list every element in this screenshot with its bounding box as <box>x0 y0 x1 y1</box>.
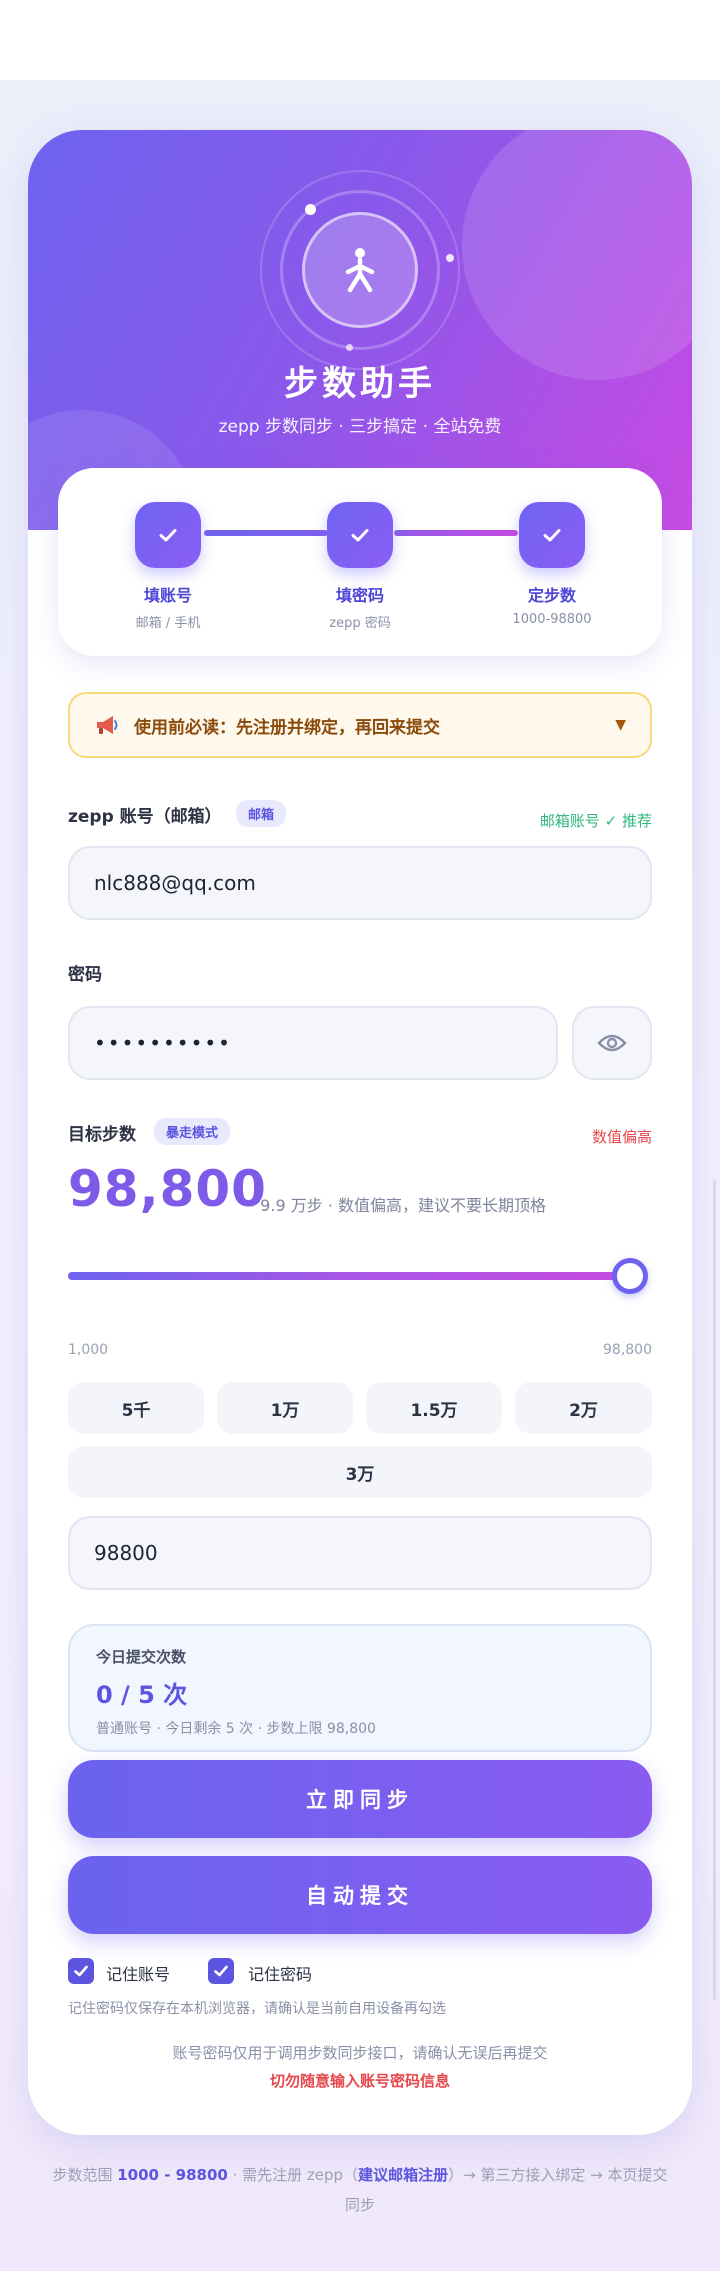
chevron-down-icon[interactable]: ▼ <box>615 717 626 733</box>
steps-slider-thumb[interactable] <box>612 1258 648 1294</box>
step-1: 填账号 邮箱 / 手机 <box>88 502 248 631</box>
walking-person-icon <box>345 248 375 293</box>
step-2: 填密码 zepp 密码 <box>280 502 440 631</box>
target-value-note: · 9.9 万步 · 数值偏高，建议不要长期顶格 <box>250 1196 546 1215</box>
check-icon <box>351 529 369 542</box>
remember-account-label[interactable]: 记住账号 <box>106 1961 170 1985</box>
decor-dot <box>446 254 454 262</box>
preset-5k-button[interactable]: 5千 <box>68 1382 204 1434</box>
scrollbar[interactable] <box>713 1180 716 2000</box>
notice-text: 使用前必读：先注册并绑定，再回来提交 <box>134 717 440 738</box>
walker-logo <box>302 212 418 328</box>
steps-slider-track[interactable] <box>68 1272 632 1280</box>
preset-15k-button[interactable]: 1.5万 <box>366 1382 502 1434</box>
steps-card: 填账号 邮箱 / 手机 填密码 zepp 密码 定步数 1000-98800 <box>58 468 662 656</box>
step-title: 填账号 <box>143 586 192 605</box>
decor-dot <box>305 204 316 215</box>
footer-range: 1000 - 98800 <box>117 2166 228 2184</box>
footer-text: 步数范围 <box>52 2166 118 2184</box>
megaphone-icon <box>97 716 118 734</box>
step-subtitle: 1000-98800 <box>512 612 592 627</box>
remember-password-note: 记住密码仅保存在本机浏览器，请确认是当前自用设备再勾选 <box>68 2001 446 2017</box>
disclaimer-text: 账号密码仅用于调用步数同步接口，请确认无误后再提交 <box>172 2044 548 2062</box>
notice-banner[interactable]: 使用前必读：先注册并绑定，再回来提交 ▼ <box>68 692 652 758</box>
target-value-display: 98,800 <box>68 1160 267 1218</box>
preset-10k-button[interactable]: 1万 <box>217 1382 353 1434</box>
step-check-badge <box>519 502 585 568</box>
decor-dot <box>346 344 353 351</box>
preset-20k-button[interactable]: 2万 <box>515 1382 652 1434</box>
account-label: zepp 账号（邮箱） <box>68 807 222 827</box>
step-check-badge <box>327 502 393 568</box>
toggle-password-button[interactable] <box>572 1006 652 1080</box>
quota-count: 0 / 5 次 <box>96 1681 188 1709</box>
footer-register-hint: 建议邮箱注册 <box>358 2166 449 2184</box>
remember-account-checkbox[interactable] <box>68 1958 94 1984</box>
account-input[interactable]: nlc888@qq.com <box>68 846 652 920</box>
main-card: 步数助手 zepp 步数同步 · 三步搞定 · 全站免费 填账号 邮箱 / 手机… <box>28 130 692 2135</box>
check-icon <box>74 1965 88 1977</box>
value-warning: 数值偏高 <box>591 1128 652 1146</box>
password-input[interactable]: •••••••••• <box>68 1006 558 1080</box>
eye-icon <box>597 1034 627 1052</box>
step-subtitle: zepp 密码 <box>329 616 391 631</box>
app-subtitle: zepp 步数同步 · 三步搞定 · 全站免费 <box>218 417 502 437</box>
footer-text: · 需先注册 zepp（ <box>227 2166 359 2184</box>
sync-now-button[interactable]: 立即同步 <box>68 1760 652 1838</box>
account-hint: 邮箱账号 ✓ 推荐 <box>539 812 652 830</box>
account-type-tag: 邮箱 <box>236 800 287 827</box>
check-icon <box>214 1965 228 1977</box>
check-icon <box>159 529 177 542</box>
step-check-badge <box>135 502 201 568</box>
target-steps-label: 目标步数 <box>68 1125 136 1145</box>
quota-card: 今日提交次数 0 / 5 次 普通账号 · 今日剩余 5 次 · 步数上限 98… <box>68 1624 652 1752</box>
step-3: 定步数 1000-98800 <box>472 502 632 627</box>
steps-number-input[interactable]: 98800 <box>68 1516 652 1590</box>
step-title: 定步数 <box>527 586 576 605</box>
step-subtitle: 邮箱 / 手机 <box>135 616 201 631</box>
slider-max-label: 98,800 <box>603 1342 652 1358</box>
quota-title: 今日提交次数 <box>96 1648 187 1666</box>
quota-subtext: 普通账号 · 今日剩余 5 次 · 步数上限 98,800 <box>96 1721 376 1737</box>
app-title: 步数助手 <box>284 364 436 404</box>
decor-blob <box>462 130 692 380</box>
mode-tag: 暴走模式 <box>154 1118 231 1145</box>
remember-password-label[interactable]: 记住密码 <box>248 1961 312 1985</box>
auto-submit-button[interactable]: 自动提交 <box>68 1856 652 1934</box>
disclaimer-warning: 切勿随意输入账号密码信息 <box>269 2072 450 2090</box>
footer-note: 步数范围 1000 - 98800 · 需先注册 zepp（建议邮箱注册）→ 第… <box>50 2160 670 2220</box>
check-icon <box>543 529 561 542</box>
preset-30k-button[interactable]: 3万 <box>68 1446 652 1498</box>
step-title: 填密码 <box>335 586 384 605</box>
slider-min-label: 1,000 <box>68 1342 109 1358</box>
remember-password-checkbox[interactable] <box>208 1958 234 1984</box>
password-label: 密码 <box>68 965 102 985</box>
